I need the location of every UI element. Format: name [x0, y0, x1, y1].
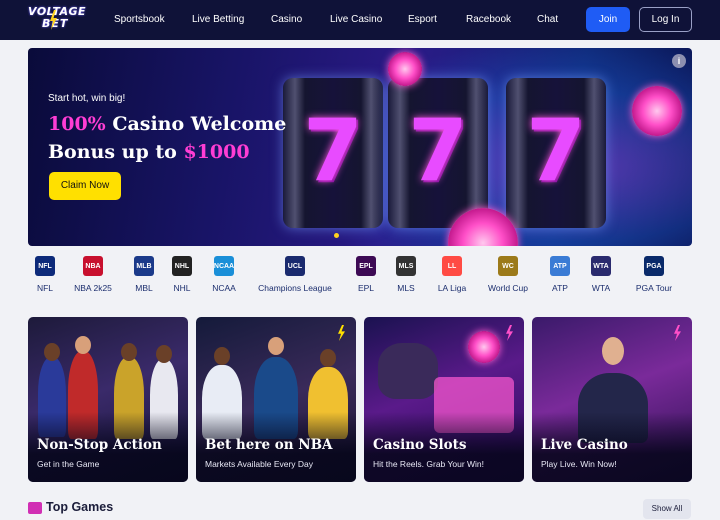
nav-link-live-betting[interactable]: Live Betting: [192, 0, 244, 40]
reel-seven: 7: [408, 101, 468, 201]
league-logo-icon: MLS: [396, 256, 416, 276]
card-subtitle: Play Live. Win Now!: [541, 459, 617, 469]
hero-highlight-amount: $1000: [183, 141, 250, 163]
top-games-title: Top Games: [46, 500, 114, 514]
league-logo-icon: NFL: [35, 256, 55, 276]
nav-link-chat[interactable]: Chat: [537, 0, 558, 40]
promo-card-nba[interactable]: Bet here on NBA Markets Available Every …: [196, 317, 356, 482]
nav-link-sportsbook[interactable]: Sportsbook: [114, 0, 165, 40]
slot-reel: 7: [388, 78, 488, 228]
card-title: Non-Stop Action: [37, 437, 162, 453]
hero-title-line-2: Bonus up to: [48, 141, 184, 163]
promo-card-non-stop-action[interactable]: Non-Stop Action Get in the Game: [28, 317, 188, 482]
league-logo-icon: UCL: [285, 256, 305, 276]
league-logo-icon: NBA: [83, 256, 103, 276]
hero-highlight-percent: 100%: [48, 113, 106, 135]
slot-reel: 7: [506, 78, 606, 228]
hero-banner[interactable]: 7 7 7 Start hot, win big! 100% Casino We…: [28, 48, 692, 246]
league-item[interactable]: WC World Cup: [478, 256, 538, 293]
card-subtitle: Get in the Game: [37, 459, 100, 469]
hero-title: 100% Casino Welcome Bonus up to $1000: [48, 110, 348, 166]
league-item[interactable]: NCAA NCAA: [194, 256, 254, 293]
league-label: PGA Tour: [635, 283, 673, 293]
league-logo-icon: NHL: [172, 256, 192, 276]
hero-title-line-1: Casino Welcome: [105, 113, 287, 135]
league-logo-icon: WTA: [591, 256, 611, 276]
top-nav: VOLTAGE BET Sportsbook Live Betting Casi…: [0, 0, 720, 40]
league-label: LA Liga: [437, 283, 467, 293]
league-logo-icon: NCAA: [214, 256, 234, 276]
league-logo-icon: PGA: [644, 256, 664, 276]
league-item[interactable]: LL LA Liga: [422, 256, 482, 293]
reel-seven: 7: [526, 101, 586, 201]
nav-link-esport[interactable]: Esport: [408, 0, 437, 40]
league-logo-icon: MLB: [134, 256, 154, 276]
card-subtitle: Markets Available Every Day: [205, 459, 314, 469]
nav-link-live-casino[interactable]: Live Casino: [330, 0, 382, 40]
card-title: Bet here on NBA: [205, 437, 333, 453]
league-item[interactable]: PGA PGA Tour: [624, 256, 684, 293]
casino-chip-icon: [632, 86, 682, 136]
voltage-bet-logo[interactable]: VOLTAGE BET: [28, 6, 88, 34]
league-label: NCAA: [212, 283, 236, 293]
logo-line-2: BET: [42, 17, 69, 30]
casino-chip-icon: [388, 52, 422, 86]
league-label: World Cup: [488, 283, 528, 293]
promo-card-casino-slots[interactable]: Casino Slots Hit the Reels. Grab Your Wi…: [364, 317, 524, 482]
show-all-button[interactable]: Show All: [643, 499, 691, 519]
league-item[interactable]: UCL Champions League: [255, 256, 335, 293]
claim-now-button[interactable]: Claim Now: [49, 172, 121, 200]
carousel-dot[interactable]: [334, 233, 339, 238]
league-label: Champions League: [258, 283, 332, 293]
card-title: Casino Slots: [373, 437, 467, 453]
card-title: Live Casino: [541, 437, 628, 453]
league-logo-icon: ATP: [550, 256, 570, 276]
league-logo-icon: WC: [498, 256, 518, 276]
nav-link-racebook[interactable]: Racebook: [466, 0, 511, 40]
promo-card-live-casino[interactable]: Live Casino Play Live. Win Now!: [532, 317, 692, 482]
info-icon[interactable]: i: [672, 54, 686, 68]
league-item[interactable]: WTA WTA: [571, 256, 631, 293]
gift-icon: [28, 502, 42, 514]
league-logo-icon: LL: [442, 256, 462, 276]
join-button[interactable]: Join: [586, 7, 630, 32]
hero-pretitle: Start hot, win big!: [48, 93, 126, 104]
login-button[interactable]: Log In: [639, 7, 692, 32]
league-logo-icon: EPL: [356, 256, 376, 276]
nav-link-casino[interactable]: Casino: [271, 0, 302, 40]
league-label: WTA: [591, 283, 611, 293]
card-subtitle: Hit the Reels. Grab Your Win!: [373, 459, 485, 469]
